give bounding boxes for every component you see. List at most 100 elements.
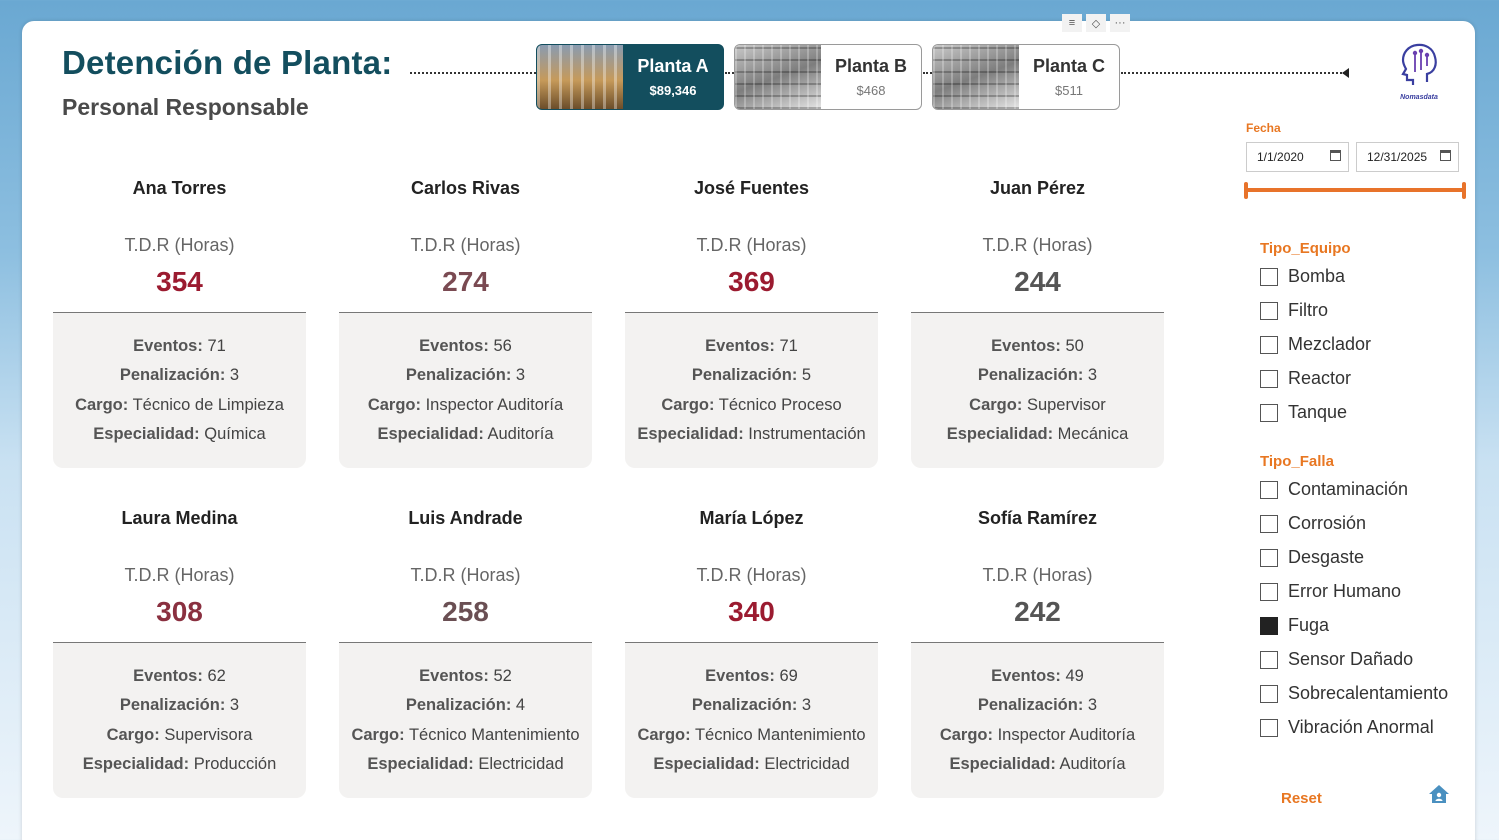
events-row: Eventos: 62 — [133, 662, 226, 692]
end-date-input[interactable]: 12/31/2025 — [1356, 142, 1459, 172]
plant-button-b[interactable]: Planta B $468 — [734, 44, 922, 110]
penalty-label: Penalización: — [119, 366, 226, 384]
specialty-value: Producción — [193, 755, 277, 773]
option-label: Sobrecalentamiento — [1288, 683, 1449, 703]
failure-option[interactable]: Error Humano — [1260, 581, 1401, 602]
end-date-value: 12/31/2025 — [1367, 150, 1428, 164]
failure-option[interactable]: Corrosión — [1260, 513, 1366, 534]
role-value: Inspector Auditoría — [997, 725, 1136, 744]
start-date-input[interactable]: 1/1/2020 — [1246, 142, 1349, 172]
connector-line — [725, 72, 734, 74]
role-label: Cargo: — [351, 725, 405, 744]
equipment-option[interactable]: Tanque — [1260, 402, 1347, 423]
checkbox[interactable] — [1260, 267, 1278, 286]
plant-b-image — [735, 45, 821, 109]
eraser-icon[interactable]: ◇ — [1086, 14, 1106, 32]
page-title: Detención de Planta: — [62, 44, 393, 81]
checkbox[interactable] — [1260, 403, 1278, 422]
plant-button-a[interactable]: Planta A $89,346 — [536, 44, 724, 110]
employee-details: Eventos: 69 Penalización: 3 Cargo: Técni… — [625, 643, 878, 798]
events-row: Eventos: 71 — [705, 332, 798, 362]
plant-button-c[interactable]: Planta C $511 — [932, 44, 1120, 110]
failure-option[interactable]: Sobrecalentamiento — [1260, 683, 1448, 704]
events-value: 49 — [1065, 666, 1084, 685]
option-label: Desgaste — [1288, 547, 1365, 567]
slider-handle-end[interactable] — [1462, 182, 1466, 199]
option-label: Bomba — [1288, 266, 1346, 286]
role-value: Técnico de Limpieza — [132, 395, 284, 414]
calendar-icon[interactable] — [1440, 150, 1451, 161]
failure-option[interactable]: Vibración Anormal — [1260, 717, 1434, 738]
checkbox[interactable] — [1260, 684, 1278, 703]
option-label: Fuga — [1288, 615, 1330, 635]
option-label: Sensor Dañado — [1288, 649, 1414, 669]
penalty-row: Penalización: 3 — [120, 691, 239, 721]
penalty-label: Penalización: — [691, 696, 798, 714]
plant-value: $511 — [1055, 83, 1083, 98]
plant-value: $89,346 — [649, 83, 697, 98]
date-range-slider[interactable] — [1246, 188, 1464, 192]
checkbox[interactable] — [1260, 718, 1278, 737]
tdr-label: T.D.R (Horas) — [124, 235, 235, 255]
role-row: Cargo: Supervisor — [969, 391, 1106, 421]
home-icon[interactable] — [1428, 783, 1450, 805]
plant-c-image — [933, 45, 1019, 109]
events-value: 71 — [207, 336, 226, 355]
more-options-icon[interactable]: ··· — [1110, 14, 1130, 32]
checkbox[interactable] — [1260, 480, 1278, 499]
role-label: Cargo: — [367, 395, 421, 414]
penalty-value: 4 — [515, 696, 526, 714]
employee-name: Juan Pérez — [989, 178, 1086, 198]
failure-option[interactable]: Desgaste — [1260, 547, 1364, 568]
equipment-option[interactable]: Filtro — [1260, 300, 1328, 321]
tdr-label: T.D.R (Horas) — [124, 565, 235, 585]
events-row: Eventos: 69 — [705, 662, 798, 692]
equipment-option[interactable]: Mezclador — [1260, 334, 1371, 355]
equipment-option[interactable]: Bomba — [1260, 266, 1345, 287]
tdr-value: 354 — [156, 266, 203, 297]
arrow-head — [1342, 68, 1349, 78]
specialty-row: Especialidad: Producción — [83, 750, 277, 780]
tdr-value: 244 — [1014, 266, 1061, 297]
checkbox[interactable] — [1260, 514, 1278, 533]
penalty-label: Penalización: — [405, 696, 512, 714]
date-filter-label: Fecha — [1246, 121, 1281, 135]
specialty-row: Especialidad: Química — [93, 420, 265, 450]
penalty-row: Penalización: 5 — [692, 361, 811, 391]
role-label: Cargo: — [969, 395, 1023, 414]
tdr-value: 242 — [1014, 596, 1061, 627]
events-value: 56 — [493, 336, 512, 355]
checkbox[interactable] — [1260, 582, 1278, 601]
specialty-value: Instrumentación — [748, 425, 866, 443]
specialty-value: Electricidad — [478, 755, 564, 773]
filter-icon[interactable]: ≡ — [1062, 14, 1082, 32]
events-value: 50 — [1065, 336, 1084, 355]
equipment-option[interactable]: Reactor — [1260, 368, 1351, 389]
penalty-row: Penalización: 3 — [692, 691, 811, 721]
checkbox[interactable] — [1260, 301, 1278, 320]
reset-button[interactable]: Reset — [1281, 790, 1322, 807]
checkbox[interactable] — [1260, 650, 1278, 669]
failure-option[interactable]: Fuga — [1260, 615, 1329, 636]
checkbox[interactable] — [1260, 335, 1278, 354]
visual-toolbar: ≡ ◇ ··· — [1062, 14, 1130, 32]
penalty-label: Penalización: — [691, 366, 798, 384]
checkbox[interactable] — [1260, 616, 1278, 635]
tdr-label: T.D.R (Horas) — [982, 565, 1093, 585]
slider-handle-start[interactable] — [1244, 182, 1248, 199]
connector-line — [1121, 72, 1345, 74]
failure-option[interactable]: Sensor Dañado — [1260, 649, 1413, 670]
tdr-label: T.D.R (Horas) — [410, 235, 521, 255]
option-label: Corrosión — [1288, 513, 1367, 533]
role-value: Técnico Mantenimiento — [694, 725, 866, 744]
role-row: Cargo: Supervisora — [107, 721, 253, 751]
option-label: Reactor — [1288, 368, 1352, 388]
failure-option[interactable]: Contaminación — [1260, 479, 1408, 500]
checkbox[interactable] — [1260, 548, 1278, 567]
plant-name: Planta A — [637, 56, 709, 76]
checkbox[interactable] — [1260, 369, 1278, 388]
tdr-label: T.D.R (Horas) — [410, 565, 521, 585]
events-label: Eventos: — [133, 666, 203, 685]
penalty-value: 3 — [1087, 696, 1098, 714]
calendar-icon[interactable] — [1330, 150, 1341, 161]
